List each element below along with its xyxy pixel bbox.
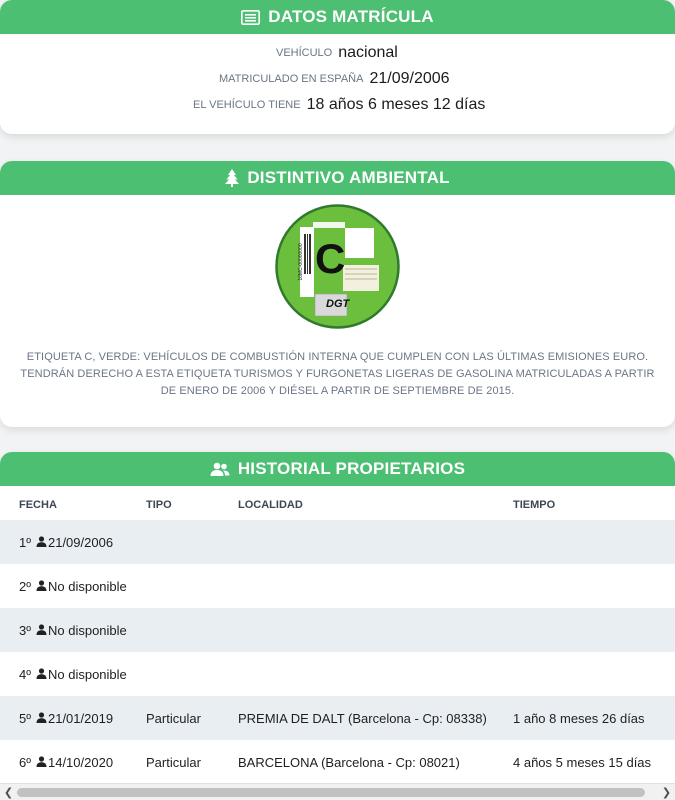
vehiculo-row: VEHÍCULO nacional (0, 40, 675, 66)
distintivo-ambiental-card: DISTINTIVO AMBIENTAL C 16MC-00000000 DGT… (0, 161, 675, 427)
datos-matricula-card: DATOS MATRÍCULA VEHÍCULO nacional MATRIC… (0, 0, 675, 134)
tiempo-cell: 1 año 8 meses 26 días (513, 710, 645, 726)
tipo-cell (146, 520, 238, 564)
historial-propietarios-header: HISTORIAL PROPIETARIOS (0, 452, 675, 486)
col-localidad: LOCALIDAD (238, 499, 303, 511)
distintivo-ambiental-header: DISTINTIVO AMBIENTAL (0, 161, 675, 195)
localidad-cell (238, 608, 513, 652)
distintivo-ambiental-title: DISTINTIVO AMBIENTAL (247, 168, 450, 187)
matriculado-row: MATRICULADO EN ESPAÑA 21/09/2006 (0, 66, 675, 92)
tipo-cell (146, 564, 238, 608)
antiguedad-label: EL VEHÍCULO TIENE (193, 99, 301, 111)
tiempo-cell (513, 520, 675, 564)
owner-number: 1º (19, 534, 31, 550)
table-row: 2º No disponible (0, 564, 675, 608)
localidad-cell (238, 564, 513, 608)
vehiculo-label: VEHÍCULO (276, 47, 333, 59)
user-icon (36, 667, 47, 682)
owner-number: 6º (19, 754, 31, 770)
fecha-cell: 1º 21/09/2006 (0, 520, 146, 564)
fecha-cell: 6º 14/10/2020 (0, 740, 146, 784)
fecha-value: 14/10/2020 (47, 754, 114, 770)
antiguedad-row: EL VEHÍCULO TIENE 18 años 6 meses 12 día… (0, 92, 675, 118)
user-icon (36, 711, 47, 726)
etiqueta-description: ETIQUETA C, VERDE: VEHÍCULOS DE COMBUSTI… (20, 351, 655, 397)
table-row: 3º No disponible (0, 608, 675, 652)
table-header-row: FECHA TIPO LOCALIDAD TIEMPO (0, 486, 675, 520)
vehiculo-value: nacional (338, 44, 398, 61)
horizontal-scrollbar[interactable]: ❮ ❯ (0, 783, 675, 800)
scroll-right-arrow-icon[interactable]: ❯ (658, 784, 675, 800)
col-fecha: FECHA (19, 499, 57, 511)
tiempo-cell (513, 564, 675, 608)
users-icon (210, 462, 230, 477)
badge-code: 16MC-00000000 (298, 243, 304, 281)
user-icon (36, 755, 47, 770)
datos-matricula-header: DATOS MATRÍCULA (0, 0, 675, 34)
fecha-value: No disponible (47, 666, 127, 682)
user-icon (36, 535, 47, 550)
fecha-cell: 3º No disponible (0, 608, 146, 652)
matricula-details: VEHÍCULO nacional MATRICULADO EN ESPAÑA … (0, 34, 675, 118)
badge-letter: C (315, 235, 346, 282)
table-row: 6º 14/10/2020 Particular BARCELONA (Barcelo… (0, 740, 675, 784)
matriculado-value: 21/09/2006 (369, 70, 450, 87)
fecha-value: 21/01/2019 (47, 710, 114, 726)
col-tipo: TIPO (146, 499, 172, 511)
list-card-icon (241, 9, 261, 25)
antiguedad-value: 18 años 6 meses 12 días (306, 96, 486, 113)
col-tiempo: TIEMPO (513, 499, 556, 511)
tipo-cell (146, 608, 238, 652)
user-icon (36, 623, 47, 638)
tipo-cell: Particular (146, 710, 201, 726)
scroll-left-arrow-icon[interactable]: ❮ (0, 784, 17, 800)
localidad-cell: BARCELONA (Barcelona - Cp: 08021) (238, 754, 460, 770)
historial-propietarios-card: HISTORIAL PROPIETARIOS FECHA TIPO LOCALI… (0, 452, 675, 800)
table-row: 1º 21/09/2006 (0, 520, 675, 564)
tiempo-cell: 4 años 5 meses 15 días (513, 754, 652, 770)
user-icon (36, 579, 47, 594)
table-row: 5º 21/01/2019 Particular PREMIA DE DALT (Ba… (0, 696, 675, 740)
scrollbar-thumb[interactable] (17, 788, 645, 797)
tipo-cell (146, 652, 238, 696)
historial-propietarios-title: HISTORIAL PROPIETARIOS (237, 459, 466, 478)
owner-number: 2º (19, 578, 31, 594)
table-row: 4º No disponible (0, 652, 675, 696)
etiqueta-c-badge: C 16MC-00000000 DGT (275, 204, 400, 329)
fecha-cell: 4º No disponible (0, 652, 146, 696)
localidad-cell (238, 520, 513, 564)
owner-number: 4º (19, 666, 31, 682)
tiempo-cell (513, 652, 675, 696)
fecha-value: No disponible (47, 578, 127, 594)
tipo-cell: Particular (146, 754, 201, 770)
dgt-logo: DGT (326, 298, 350, 310)
propietarios-table: FECHA TIPO LOCALIDAD TIEMPO 1º 21/09/2006… (0, 486, 675, 784)
matriculado-label: MATRICULADO EN ESPAÑA (219, 73, 364, 85)
owner-number: 5º (19, 710, 31, 726)
localidad-cell (238, 652, 513, 696)
fecha-value: No disponible (47, 622, 127, 638)
fecha-cell: 5º 21/01/2019 (0, 696, 146, 740)
owner-number: 3º (19, 622, 31, 638)
datos-matricula-title: DATOS MATRÍCULA (268, 7, 434, 26)
fecha-cell: 2º No disponible (0, 564, 146, 608)
localidad-cell: PREMIA DE DALT (Barcelona - Cp: 08338) (238, 710, 487, 726)
fecha-value: 21/09/2006 (47, 534, 114, 550)
tree-icon (225, 169, 240, 187)
tiempo-cell (513, 608, 675, 652)
